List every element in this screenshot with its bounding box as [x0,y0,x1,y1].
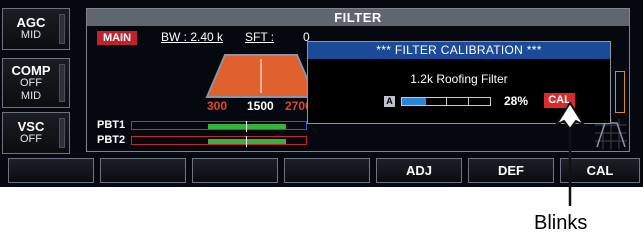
progress-fill [402,98,426,105]
comp-key-value-2: MID [20,89,42,102]
vsc-level-bar [59,118,65,148]
adj-button[interactable]: ADJ [376,158,462,183]
bandwidth-readout: BW : 2.40 k [161,30,224,44]
filter-title: FILTER [87,9,629,26]
shift-label: SFT : [245,30,275,44]
pbt1-slider[interactable] [131,121,307,132]
vsc-key-title: VSC [17,119,45,134]
vsc-key-value: OFF [20,133,42,145]
axis-center-label: 1500 [247,99,274,113]
agc-key[interactable]: AGC MID [2,8,70,50]
main-badge: MAIN [97,31,137,45]
agc-key-title: AGC [16,15,46,30]
agc-level-bar [59,14,65,44]
dialog-title: *** FILTER CALIBRATION *** [308,42,610,59]
softkey-4[interactable] [284,158,370,183]
pbt1-fill [208,124,286,129]
vsc-key[interactable]: VSC OFF [2,112,70,154]
pbt1-label: PBT1 [97,119,126,131]
a-badge: A [384,96,395,107]
blinks-annotation: Blinks [534,212,588,234]
comp-key[interactable]: COMP OFF MID [2,58,70,108]
pbt1-center-tick [246,121,247,132]
softkey-3[interactable] [192,158,278,183]
pbt2-label: PBT2 [97,134,126,146]
comp-key-value-1: OFF [20,76,42,89]
softkey-2[interactable] [100,158,186,183]
filter-passband-graph [205,54,317,98]
agc-key-value: MID [20,29,42,41]
pbt2-center-tick [246,136,247,147]
dialog-subtitle: 1.2k Roofing Filter [410,72,508,86]
comp-level-bar [59,64,65,102]
calibration-progress-bar [401,97,491,106]
pbt2-slider[interactable] [131,136,307,147]
softkey-1[interactable] [8,158,94,183]
pbt2-fill [208,139,286,144]
comp-key-title: COMP [11,62,51,78]
axis-low-label: 300 [207,99,228,113]
